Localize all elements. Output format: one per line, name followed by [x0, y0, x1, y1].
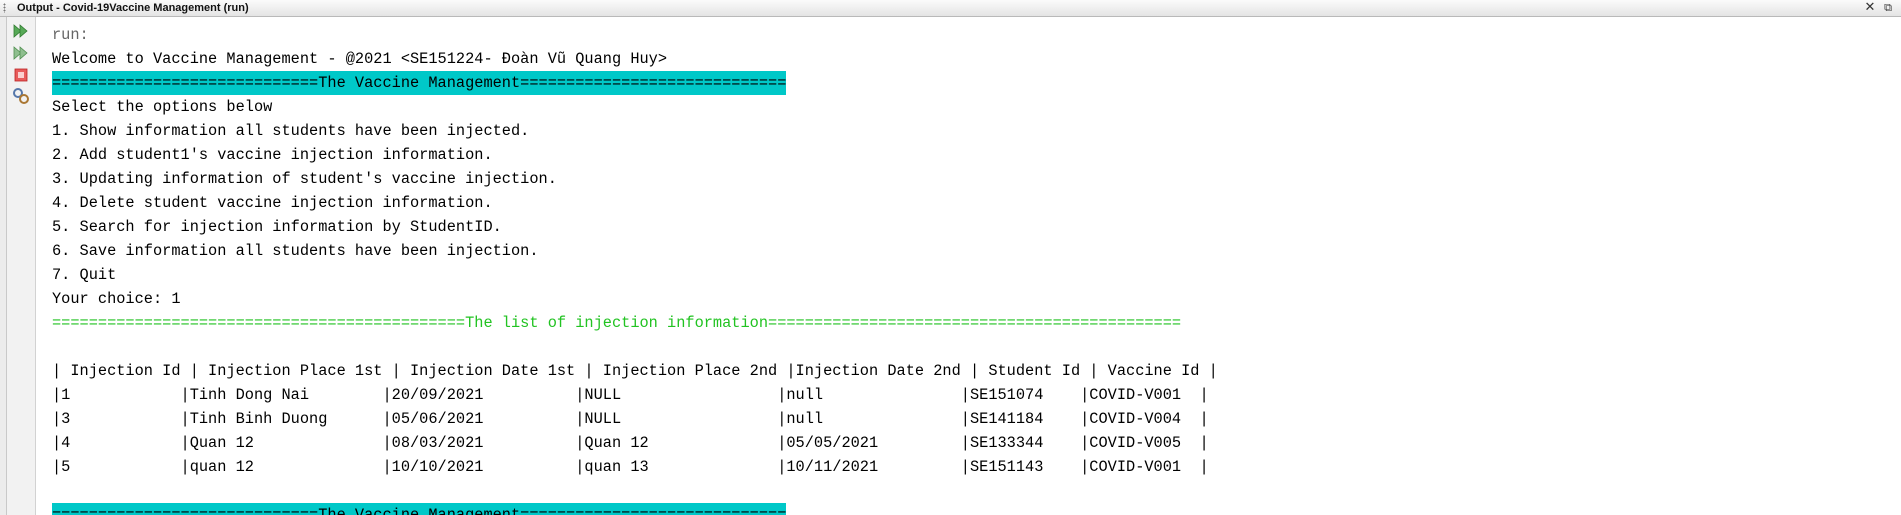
table-row: |1 |Tinh Dong Nai |20/09/2021 |NULL |nul…: [52, 386, 1209, 404]
option-line: 3. Updating information of student's vac…: [52, 170, 557, 188]
rerun-button[interactable]: [12, 22, 30, 40]
output-window-titlebar: Output - Covid-19Vaccine Management (run…: [0, 0, 1901, 17]
rerun-with-options-button[interactable]: [12, 44, 30, 62]
drag-grip-icon[interactable]: [3, 3, 6, 13]
option-line: 4. Delete student vaccine injection info…: [52, 194, 493, 212]
choice-line: Your choice: 1: [52, 290, 181, 308]
settings-button[interactable]: [12, 87, 30, 105]
table-row: |3 |Tinh Binh Duong |05/06/2021 |NULL |n…: [52, 410, 1209, 428]
stop-button[interactable]: [12, 66, 30, 84]
table-header: | Injection Id | Injection Place 1st | I…: [52, 362, 1218, 380]
option-line: 7. Quit: [52, 266, 117, 284]
options-prompt: Select the options below: [52, 98, 273, 116]
welcome-line: Welcome to Vaccine Management - @2021 <S…: [52, 50, 668, 68]
list-header: ========================================…: [52, 314, 1182, 332]
restore-button[interactable]: ⧉: [1880, 0, 1896, 16]
menu-banner: =============================The Vaccine…: [52, 71, 787, 95]
console-output[interactable]: run: Welcome to Vaccine Management - @20…: [52, 23, 1892, 515]
run-label: run:: [52, 26, 89, 44]
close-button[interactable]: ✕: [1862, 0, 1878, 16]
settings-icon: [13, 88, 29, 104]
menu-banner-bottom: =============================The Vaccine…: [52, 503, 787, 515]
rerun-with-options-icon: [13, 46, 28, 60]
stop-icon: [14, 68, 28, 82]
rerun-icon: [13, 24, 28, 38]
option-line: 2. Add student1's vaccine injection info…: [52, 146, 493, 164]
table-row: |4 |Quan 12 |08/03/2021 |Quan 12 |05/05/…: [52, 434, 1209, 452]
output-toolbar: [7, 17, 36, 515]
option-line: 5. Search for injection information by S…: [52, 218, 502, 236]
option-line: 1. Show information all students have be…: [52, 122, 530, 140]
window-title: Output - Covid-19Vaccine Management (run…: [17, 2, 249, 14]
option-line: 6. Save information all students have be…: [52, 242, 539, 260]
table-row: |5 |quan 12 |10/10/2021 |quan 13 |10/11/…: [52, 458, 1209, 476]
side-strip: [0, 17, 7, 515]
